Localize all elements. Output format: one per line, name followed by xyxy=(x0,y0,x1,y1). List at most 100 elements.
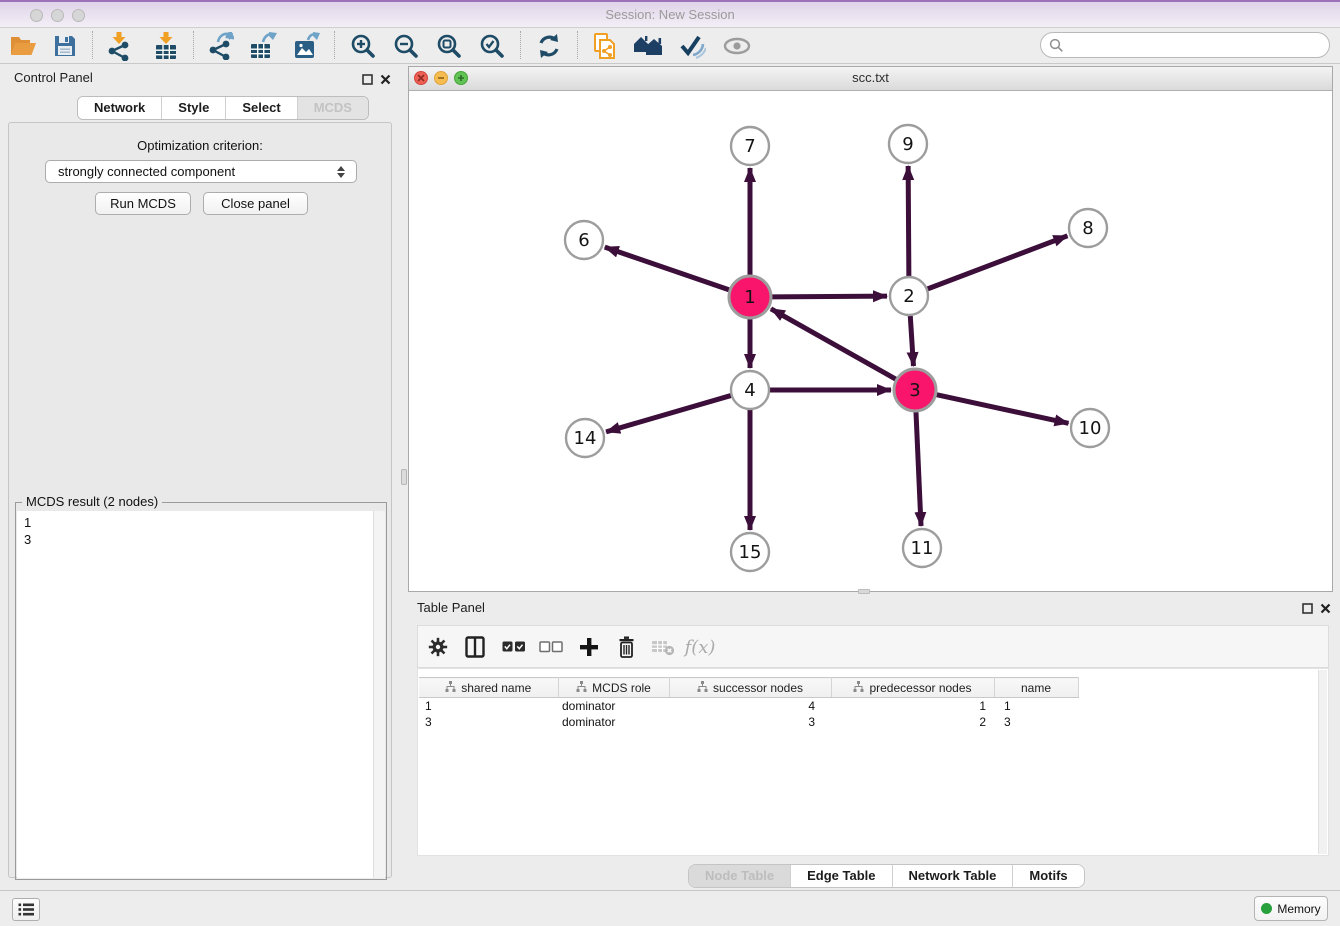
zoom-out-icon[interactable] xyxy=(389,31,423,61)
export-table-icon[interactable] xyxy=(246,31,280,61)
column-tree-icon xyxy=(697,681,708,695)
search-input[interactable] xyxy=(1064,34,1329,56)
control-panel-header: Control Panel xyxy=(0,66,400,92)
close-panel-icon[interactable] xyxy=(378,72,392,86)
open-session-icon[interactable] xyxy=(6,31,40,61)
cell-shared-name[interactable]: 3 xyxy=(419,714,558,730)
cell-name[interactable]: 1 xyxy=(994,698,1078,715)
criterion-value: strongly connected component xyxy=(58,164,332,179)
select-all-columns-icon[interactable] xyxy=(498,633,530,661)
clone-network-icon[interactable] xyxy=(588,31,622,61)
column-header-predecessor-nodes[interactable]: predecessor nodes xyxy=(831,678,994,698)
toolbar-separator xyxy=(334,31,335,59)
column-settings-gear-icon[interactable] xyxy=(422,633,454,661)
function-builder-icon[interactable]: f(x) xyxy=(684,633,716,661)
edge-2-3[interactable] xyxy=(910,316,913,366)
table-panel-tabs: Node TableEdge TableNetwork TableMotifs xyxy=(688,864,1085,888)
edge-4-14[interactable] xyxy=(606,396,731,432)
export-network-icon[interactable] xyxy=(203,31,237,61)
edge-3-11[interactable] xyxy=(916,412,921,526)
column-header-successor-nodes[interactable]: successor nodes xyxy=(669,678,831,698)
table-float-panel-icon[interactable] xyxy=(1300,601,1314,615)
zoom-selected-icon[interactable] xyxy=(475,31,509,61)
column-header-mcds-role[interactable]: MCDS role xyxy=(558,678,669,698)
node-label-15: 15 xyxy=(739,542,762,563)
tab-mcds[interactable]: MCDS xyxy=(297,97,368,119)
refresh-layout-icon[interactable] xyxy=(532,31,566,61)
show-columns-icon[interactable] xyxy=(459,633,491,661)
table-toolbar: f(x) xyxy=(417,625,1329,668)
node-label-3: 3 xyxy=(909,380,920,401)
criterion-dropdown[interactable]: strongly connected component xyxy=(45,160,357,183)
vertical-splitter-handle[interactable] xyxy=(401,469,407,485)
task-history-button[interactable] xyxy=(12,898,40,921)
toolbar-separator xyxy=(577,31,578,59)
home-layout-icon[interactable] xyxy=(631,31,665,61)
tab-style[interactable]: Style xyxy=(161,97,225,119)
tab-edge-table[interactable]: Edge Table xyxy=(790,865,891,887)
column-header-name[interactable]: name xyxy=(994,678,1078,698)
column-label: name xyxy=(1021,681,1051,695)
search-field[interactable] xyxy=(1040,32,1330,58)
mcds-panel: Optimization criterion: strongly connect… xyxy=(8,122,392,878)
result-scrollbar[interactable] xyxy=(373,511,385,878)
tab-network[interactable]: Network xyxy=(78,97,161,119)
cell-predecessor-nodes[interactable]: 1 xyxy=(831,698,994,715)
network-window-titlebar[interactable]: scc.txt xyxy=(409,67,1332,91)
close-panel-button[interactable]: Close panel xyxy=(203,192,308,215)
tab-network-table[interactable]: Network Table xyxy=(892,865,1013,887)
network-canvas[interactable]: 7968124314101511 xyxy=(409,90,1332,591)
float-panel-icon[interactable] xyxy=(360,72,374,86)
zoom-fit-icon[interactable] xyxy=(432,31,466,61)
edge-2-8[interactable] xyxy=(928,236,1068,289)
mcds-result-lines: 13 xyxy=(17,511,385,548)
toolbar-separator xyxy=(92,31,93,59)
node-label-8: 8 xyxy=(1082,218,1093,239)
memory-button[interactable]: Memory xyxy=(1254,896,1328,921)
edge-3-10[interactable] xyxy=(936,395,1068,424)
edge-2-9[interactable] xyxy=(908,166,909,276)
cell-predecessor-nodes[interactable]: 2 xyxy=(831,714,994,730)
node-label-1: 1 xyxy=(744,287,755,308)
tab-select[interactable]: Select xyxy=(225,97,296,119)
table-close-panel-icon[interactable] xyxy=(1318,601,1332,615)
visual-properties-icon[interactable] xyxy=(675,31,709,61)
cell-successor-nodes[interactable]: 3 xyxy=(669,714,831,730)
mcds-result-area[interactable]: 13 xyxy=(17,511,385,878)
edge-1-6[interactable] xyxy=(605,247,729,290)
add-row-plus-icon[interactable] xyxy=(573,633,605,661)
save-session-icon[interactable] xyxy=(48,31,82,61)
optimization-criterion-label: Optimization criterion: xyxy=(9,138,391,153)
node-label-9: 9 xyxy=(902,134,913,155)
show-hide-panel-eye-icon[interactable] xyxy=(720,31,754,61)
node-label-10: 10 xyxy=(1079,418,1102,439)
horizontal-splitter-handle[interactable] xyxy=(858,589,870,594)
table-row[interactable]: 1dominator411 xyxy=(419,698,1078,715)
app-titlebar: Session: New Session xyxy=(0,0,1340,28)
cell-mcds-role[interactable]: dominator xyxy=(558,714,669,730)
node-table-area: shared name MCDS role successor nodesprede… xyxy=(417,668,1329,856)
edge-3-1[interactable] xyxy=(771,309,896,379)
node-table[interactable]: shared name MCDS role successor nodesprede… xyxy=(419,677,1079,730)
export-image-icon[interactable] xyxy=(289,31,323,61)
edge-1-2[interactable] xyxy=(772,296,887,297)
cell-successor-nodes[interactable]: 4 xyxy=(669,698,831,715)
control-panel-title: Control Panel xyxy=(14,70,93,85)
unselect-all-columns-icon[interactable] xyxy=(535,633,567,661)
mcds-result-group: MCDS result (2 nodes) 13 xyxy=(15,502,387,880)
delete-rows-trash-icon[interactable] xyxy=(610,633,642,661)
cell-name[interactable]: 3 xyxy=(994,714,1078,730)
table-scrollbar[interactable] xyxy=(1318,670,1327,854)
column-label: MCDS role xyxy=(592,681,651,695)
cell-shared-name[interactable]: 1 xyxy=(419,698,558,715)
zoom-in-icon[interactable] xyxy=(346,31,380,61)
tab-motifs[interactable]: Motifs xyxy=(1012,865,1083,887)
import-network-icon[interactable] xyxy=(102,31,136,61)
run-mcds-button[interactable]: Run MCDS xyxy=(95,192,191,215)
table-row[interactable]: 3dominator323 xyxy=(419,714,1078,730)
cell-mcds-role[interactable]: dominator xyxy=(558,698,669,715)
column-header-shared-name[interactable]: shared name xyxy=(419,678,558,698)
import-table-icon[interactable] xyxy=(149,31,183,61)
column-tree-icon xyxy=(445,681,456,695)
tab-node-table[interactable]: Node Table xyxy=(689,865,790,887)
